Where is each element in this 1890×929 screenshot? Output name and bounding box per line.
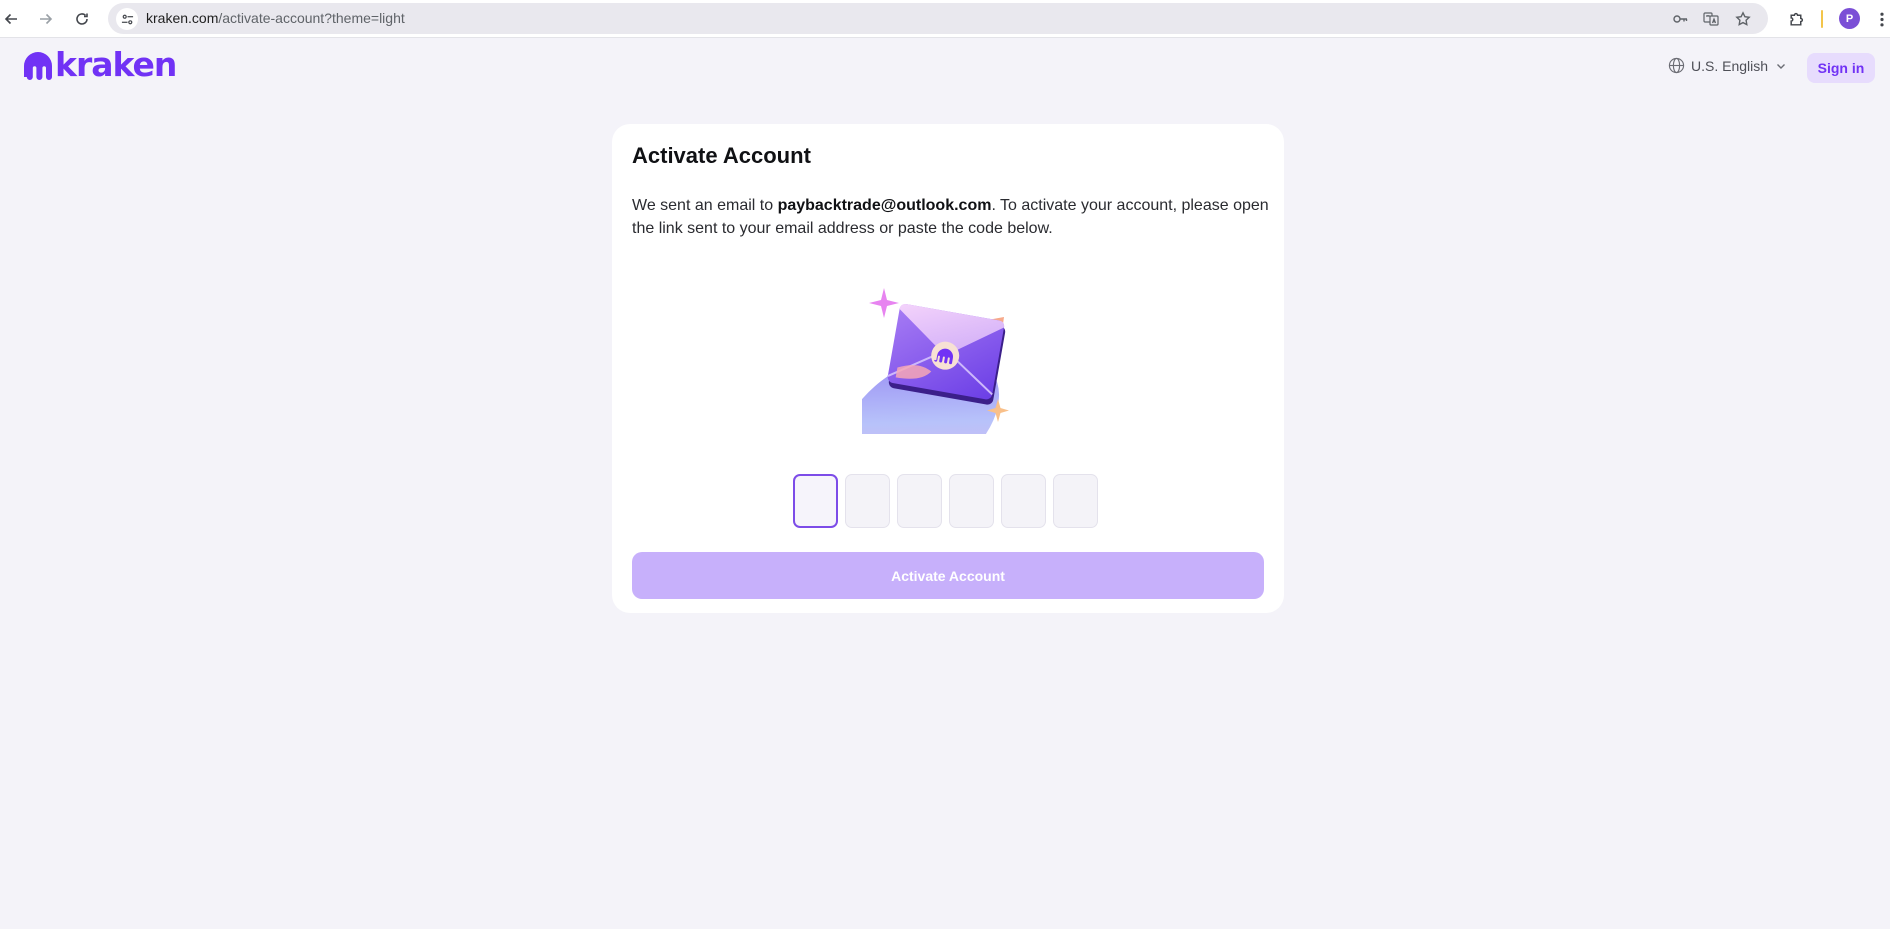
code-digit-input[interactable] — [897, 474, 942, 528]
verification-code-inputs — [793, 474, 1098, 528]
translate-icon[interactable] — [1701, 9, 1721, 29]
bookmark-star-icon[interactable] — [1733, 9, 1753, 29]
language-selector[interactable]: U.S. English — [1668, 57, 1787, 74]
code-digit-input[interactable] — [1001, 474, 1046, 528]
kraken-mark-icon — [24, 52, 52, 80]
url-host: kraken.com — [146, 10, 219, 26]
activate-account-button[interactable]: Activate Account — [632, 552, 1264, 599]
reload-icon[interactable] — [69, 6, 95, 32]
kraken-logo[interactable]: kraken — [22, 45, 177, 84]
extensions-icon[interactable] — [1783, 6, 1809, 32]
activate-account-card: Activate Account We sent an email to pay… — [612, 124, 1284, 613]
envelope-illustration — [862, 288, 1009, 434]
password-key-icon[interactable] — [1670, 9, 1690, 29]
email-address: paybacktrade@outlook.com — [777, 197, 992, 214]
sign-in-button[interactable]: Sign in — [1807, 53, 1875, 83]
code-digit-input[interactable] — [793, 474, 838, 528]
browser-toolbar: kraken.com/activate-account?theme=light … — [0, 0, 1890, 38]
more-menu-icon[interactable] — [1875, 6, 1889, 32]
activation-message: We sent an email to paybacktrade@outlook… — [632, 194, 1272, 240]
language-label: U.S. English — [1691, 57, 1769, 74]
card-title: Activate Account — [632, 143, 811, 168]
profile-avatar[interactable]: P — [1839, 8, 1860, 29]
code-digit-input[interactable] — [949, 474, 994, 528]
code-digit-input[interactable] — [845, 474, 890, 528]
url-text[interactable]: kraken.com/activate-account?theme=light — [146, 10, 405, 26]
back-arrow-icon[interactable] — [0, 6, 24, 32]
url-path: /activate-account?theme=light — [218, 10, 405, 26]
forward-arrow-icon[interactable] — [33, 6, 59, 32]
globe-icon — [1668, 57, 1685, 74]
toolbar-divider — [1821, 10, 1823, 28]
message-prefix: We sent an email to — [632, 197, 778, 214]
code-digit-input[interactable] — [1053, 474, 1098, 528]
chevron-down-icon — [1777, 63, 1786, 69]
logo-wordmark: kraken — [55, 45, 177, 84]
address-bar[interactable]: kraken.com/activate-account?theme=light — [108, 3, 1768, 34]
site-info-icon[interactable] — [116, 8, 138, 30]
